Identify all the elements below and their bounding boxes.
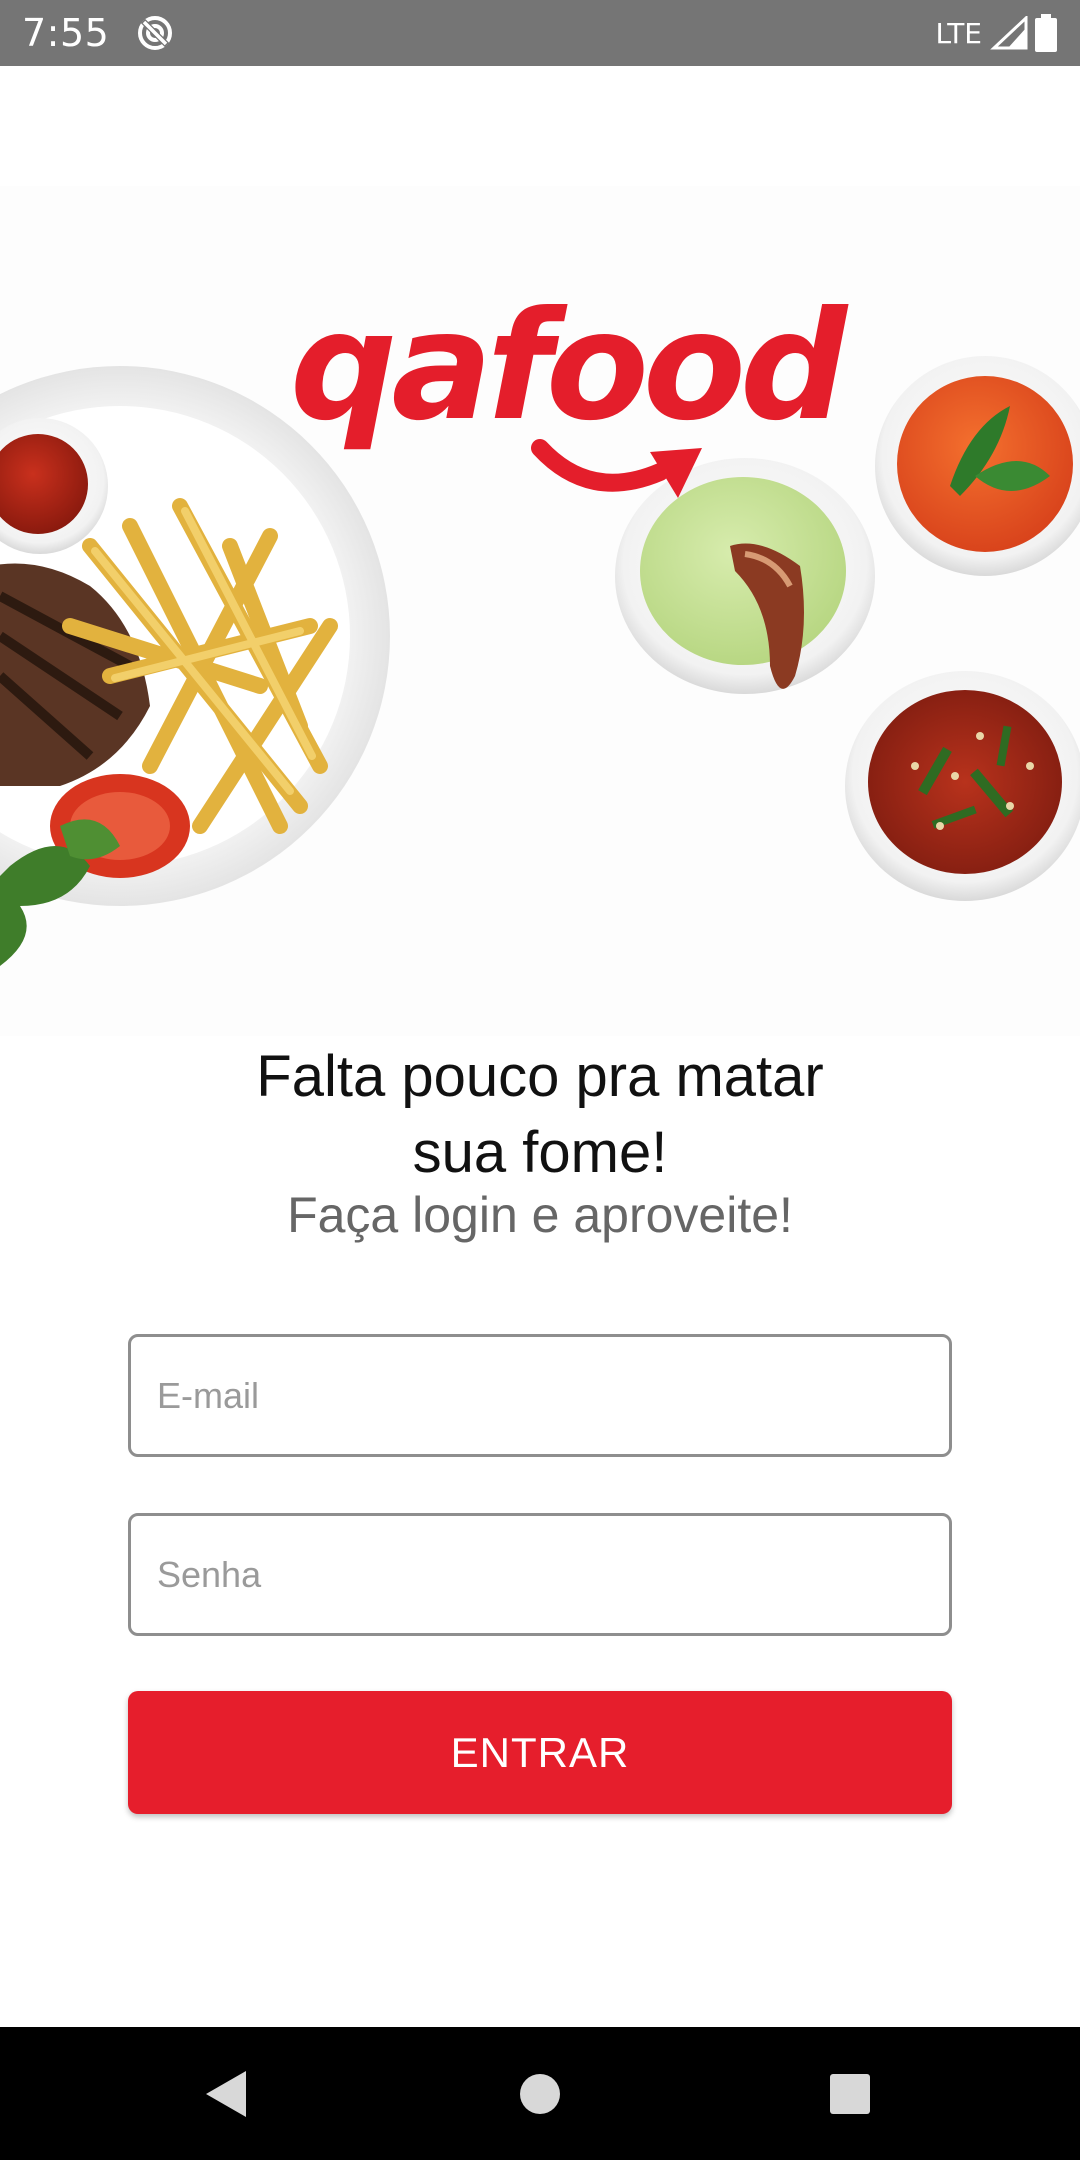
title-line-1: Falta pouco pra matar — [256, 1043, 824, 1109]
status-indicators: LTE — [935, 14, 1058, 52]
qafood-logo: qafood — [290, 292, 847, 522]
nav-recents-button[interactable] — [780, 2027, 920, 2160]
password-field[interactable] — [128, 1513, 952, 1636]
nav-home-button[interactable] — [470, 2027, 610, 2160]
system-nav-bar — [0, 2027, 1080, 2160]
status-bar: 7:55 LTE — [0, 0, 1080, 66]
sync-icon — [138, 16, 173, 50]
subtitle: Faça login e aproveite! — [287, 1187, 793, 1243]
home-icon — [520, 2073, 560, 2114]
signal-icon — [990, 16, 1028, 50]
title-line-2: sua fome! — [412, 1119, 668, 1185]
login-button[interactable]: ENTRAR — [128, 1691, 952, 1814]
nav-back-button[interactable] — [156, 2027, 296, 2160]
back-icon — [206, 2070, 246, 2117]
status-time: 7:55 — [22, 11, 110, 55]
logo-smile-arrow-icon — [531, 439, 702, 498]
email-field[interactable] — [128, 1334, 952, 1457]
hero-food-image: qafood — [0, 66, 1080, 1036]
battery-icon — [1035, 14, 1057, 52]
food-illustration — [0, 186, 1080, 1036]
network-type: LTE — [935, 16, 982, 50]
page-title: Falta pouco pra matar sua fome! — [0, 1039, 1080, 1191]
recents-icon — [830, 2073, 870, 2114]
